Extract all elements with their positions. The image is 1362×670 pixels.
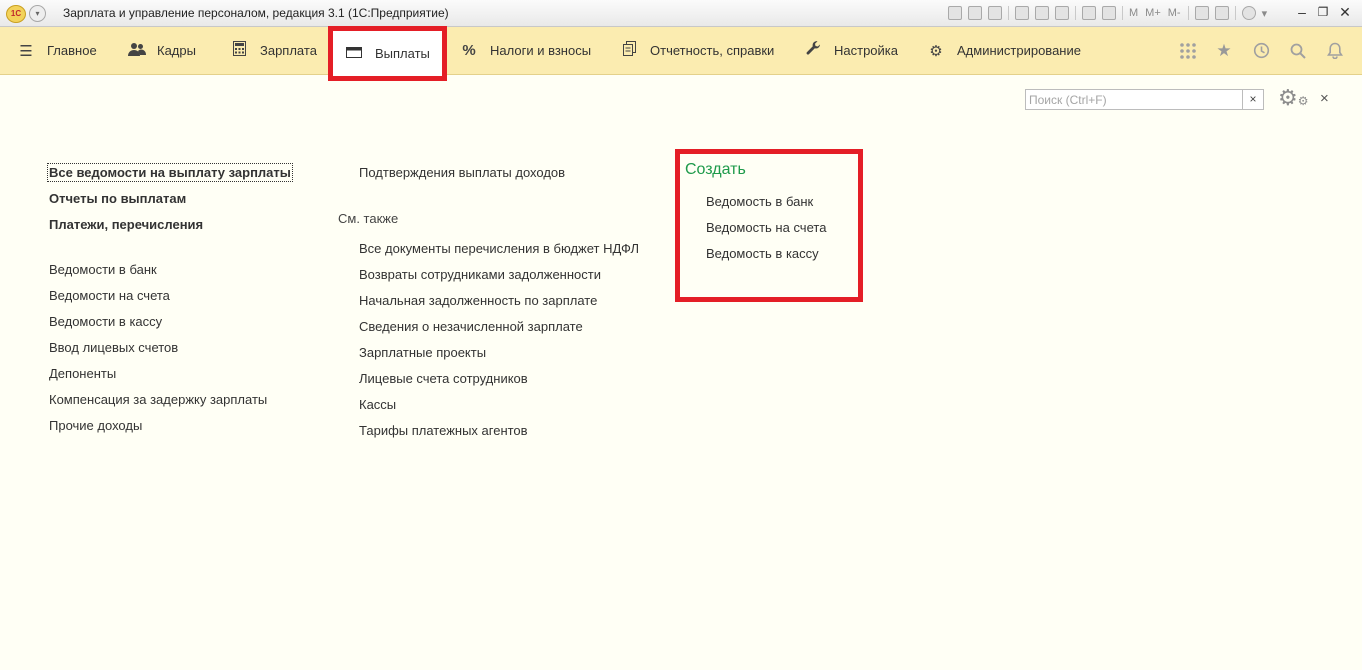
search-input[interactable] xyxy=(1026,90,1239,109)
calendar-icon[interactable] xyxy=(1102,6,1116,20)
nav-item-salary[interactable]: Зарплата xyxy=(231,27,317,74)
toolbar-separator xyxy=(1075,6,1076,20)
link-payments-transfers[interactable]: Платежи, перечисления xyxy=(49,217,203,232)
link-all-payroll-statements[interactable]: Все ведомости на выплату зарплаты xyxy=(47,163,293,182)
restore-icon[interactable]: ❐ xyxy=(1313,4,1333,20)
nav-item-label: Кадры xyxy=(157,43,196,58)
toolbar-separator xyxy=(1234,6,1236,20)
link-payment-agent-tariffs[interactable]: Тарифы платежных агентов xyxy=(359,423,528,438)
print-icon[interactable] xyxy=(968,6,982,20)
link-debt-returns[interactable]: Возвраты сотрудниками задолженности xyxy=(359,267,601,282)
favorites-icon[interactable]: ★ xyxy=(1210,27,1238,74)
see-also-label: См. также xyxy=(338,211,399,226)
menu-icon: ☰ xyxy=(19,42,33,60)
nav-item-label: Зарплата xyxy=(260,43,317,58)
create-section-title: Создать xyxy=(685,161,746,178)
nav-item-taxes[interactable]: % Налоги и взносы xyxy=(461,27,591,74)
toolbar-separator xyxy=(1187,6,1189,20)
link-account-statements[interactable]: Ведомости на счета xyxy=(49,288,170,303)
link-cash-statements[interactable]: Ведомости в кассу xyxy=(49,314,162,329)
history-icon[interactable] xyxy=(1247,27,1275,74)
nav-item-reports[interactable]: Отчетность, справки xyxy=(621,27,774,74)
link-delay-compensation[interactable]: Компенсация за задержку зарплаты xyxy=(49,392,267,407)
download-icon[interactable] xyxy=(1035,6,1049,20)
table-icon[interactable] xyxy=(1082,6,1096,20)
nav-item-label: Выплаты xyxy=(375,46,430,61)
link-icon[interactable] xyxy=(1055,6,1069,20)
window-title: Зарплата и управление персоналом, редакц… xyxy=(63,6,449,20)
wallet-icon xyxy=(346,45,362,62)
users-icon xyxy=(128,42,146,60)
link-payment-reports[interactable]: Отчеты по выплатам xyxy=(49,191,186,206)
upload-icon[interactable] xyxy=(1015,6,1029,20)
link-initial-debt[interactable]: Начальная задолженность по зарплате xyxy=(359,293,597,308)
nav-item-admin[interactable]: ⚙ Администрирование xyxy=(928,27,1081,74)
nav-item-label: Настройка xyxy=(834,43,898,58)
all-functions-icon[interactable] xyxy=(1174,27,1202,74)
nav-item-label: Главное xyxy=(47,43,97,58)
percent-icon: % xyxy=(462,42,476,59)
search-clear-button[interactable]: × xyxy=(1243,89,1264,110)
nav-item-payments[interactable]: Выплаты xyxy=(328,26,447,81)
title-bar: 1С ▾ Зарплата и управление персоналом, р… xyxy=(0,0,1362,27)
app-logo: 1С xyxy=(6,5,26,23)
calculator-icon xyxy=(231,41,247,60)
create-bank-statement[interactable]: Ведомость в банк xyxy=(706,194,813,209)
toolbar-separator xyxy=(1008,6,1009,20)
wrench-icon xyxy=(805,41,821,60)
sections-panel: ☰ Главное Кадры Зарплата Выплаты % Налог… xyxy=(0,26,1362,81)
preview-icon[interactable] xyxy=(988,6,1002,20)
nav-item-label: Администрирование xyxy=(957,43,1081,58)
memory-minus-button[interactable]: M- xyxy=(1168,7,1181,19)
panels-icon[interactable] xyxy=(1214,6,1229,20)
link-salary-projects[interactable]: Зарплатные проекты xyxy=(359,345,486,360)
memory-button[interactable]: M xyxy=(1129,7,1138,19)
create-cash-statement[interactable]: Ведомость в кассу xyxy=(706,246,819,261)
save-icon[interactable] xyxy=(948,6,962,20)
main-menu-button[interactable]: ▾ xyxy=(29,5,46,22)
link-uncredited-salary[interactable]: Сведения о незачисленной зарплате xyxy=(359,319,583,334)
minimize-icon[interactable]: – xyxy=(1292,4,1312,20)
nav-item-settings[interactable]: Настройка xyxy=(805,27,898,74)
close-form-button[interactable]: × xyxy=(1320,89,1329,109)
search-icon[interactable] xyxy=(1284,27,1312,74)
link-cash-desks[interactable]: Кассы xyxy=(359,397,396,412)
nav-item-label: Отчетность, справки xyxy=(650,43,775,58)
close-window-icon[interactable]: ✕ xyxy=(1335,4,1355,20)
link-employee-accounts[interactable]: Лицевые счета сотрудников xyxy=(359,371,528,386)
settings-gear-icon[interactable]: ⚙⚙ xyxy=(1278,86,1309,113)
gear-icon: ⚙ xyxy=(929,42,943,60)
link-bank-statements[interactable]: Ведомости в банк xyxy=(49,262,157,277)
toolbar-separator xyxy=(1122,6,1123,20)
notifications-icon[interactable] xyxy=(1321,27,1349,74)
link-ndfl-transfer-documents[interactable]: Все документы перечисления в бюджет НДФЛ xyxy=(359,241,639,256)
link-income-confirmations[interactable]: Подтверждения выплаты доходов xyxy=(359,165,565,180)
documents-icon xyxy=(621,41,637,60)
link-other-income[interactable]: Прочие доходы xyxy=(49,418,142,433)
info-icon[interactable] xyxy=(1241,6,1256,20)
link-depositors[interactable]: Депоненты xyxy=(49,366,116,381)
create-account-statement[interactable]: Ведомость на счета xyxy=(706,220,826,235)
search-field[interactable] xyxy=(1025,89,1243,110)
nav-item-main[interactable]: ☰ Главное xyxy=(18,27,97,74)
link-personal-accounts-input[interactable]: Ввод лицевых счетов xyxy=(49,340,178,355)
memory-plus-button[interactable]: M+ xyxy=(1145,7,1161,19)
chevron-down-icon[interactable]: ▾ xyxy=(1262,7,1268,20)
nav-item-label: Налоги и взносы xyxy=(490,43,592,58)
title-toolbar: M M+ M- ▾ xyxy=(948,5,1274,21)
zoom-icon[interactable] xyxy=(1194,6,1209,20)
nav-item-staff[interactable]: Кадры xyxy=(128,27,196,74)
